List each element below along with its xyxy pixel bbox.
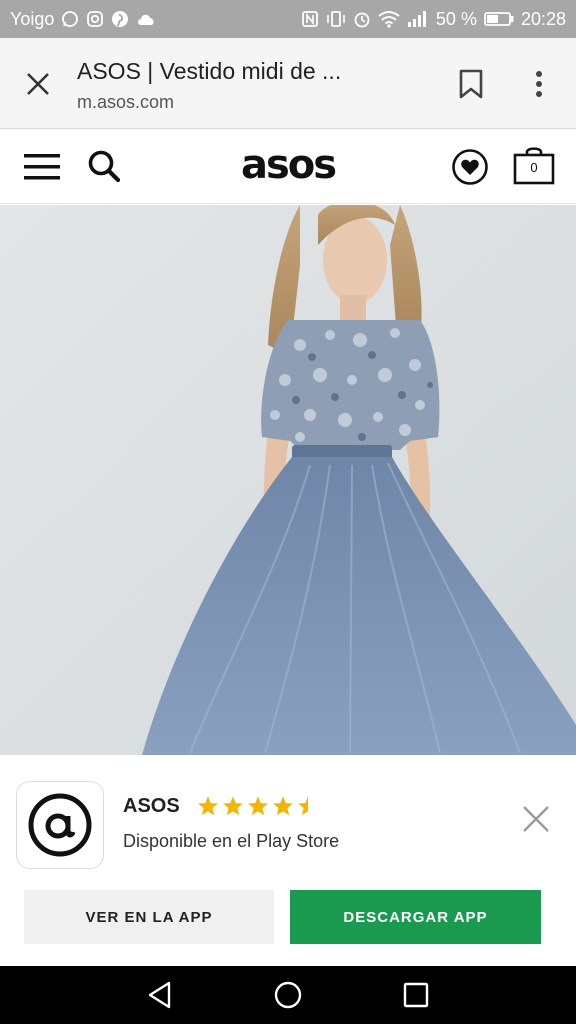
hamburger-icon — [24, 154, 60, 180]
star-icon — [198, 796, 218, 816]
bookmark-icon — [459, 69, 483, 99]
app-name: ASOS — [123, 795, 180, 817]
bag-button[interactable]: 0 — [512, 144, 556, 188]
bookmark-button[interactable] — [452, 64, 490, 104]
open-in-app-button[interactable]: VER EN LA APP — [24, 890, 274, 944]
whatsapp-icon — [61, 10, 79, 28]
star-icon — [248, 796, 268, 816]
search-icon — [88, 150, 121, 183]
app-description: Disponible en el Play Store — [123, 831, 340, 851]
star-icon — [273, 796, 293, 816]
clock: 20:28 — [520, 8, 566, 29]
back-triangle-icon — [148, 981, 171, 1009]
download-app-button[interactable]: DESCARGAR APP — [290, 890, 541, 944]
custom-tab-toolbar: ASOS | Vestido midi de ... m.asos.com — [0, 38, 576, 129]
alarm-icon — [353, 10, 371, 28]
back-button[interactable] — [140, 977, 180, 1013]
system-nav-bar — [0, 966, 576, 1024]
half-star-icon — [298, 796, 308, 816]
asos-app-icon[interactable] — [16, 781, 104, 869]
carrier-label: Yoigo — [10, 8, 55, 29]
battery-percent: 50 % — [435, 8, 477, 29]
overflow-menu-button[interactable] — [520, 64, 558, 104]
cloud-icon — [136, 12, 156, 26]
page-title: ASOS | Vestido midi de ... — [77, 58, 342, 84]
product-photo — [0, 205, 576, 755]
battery-icon — [484, 11, 514, 27]
bag-count: 0 — [530, 160, 538, 175]
status-bar: Yoigo 50 % 20:28 — [0, 0, 576, 38]
page-url[interactable]: m.asos.com — [77, 92, 174, 113]
star-icon — [223, 796, 243, 816]
app-install-banner: ASOS Disponible en el Play Store VER EN … — [0, 755, 576, 966]
vibrate-icon — [326, 10, 346, 28]
close-icon — [27, 73, 49, 95]
rating-stars — [197, 795, 319, 817]
heart-icon — [452, 149, 488, 185]
menu-button[interactable] — [22, 148, 62, 186]
site-header: asos 0 — [0, 130, 576, 204]
close-tab-button[interactable] — [18, 64, 58, 104]
banner-close-button[interactable] — [516, 799, 556, 839]
asos-logo[interactable]: asos — [230, 140, 346, 190]
recents-square-icon — [403, 982, 429, 1008]
close-icon — [523, 806, 549, 832]
more-vert-icon — [536, 71, 542, 97]
wifi-icon — [378, 10, 400, 28]
saved-items-button[interactable] — [450, 147, 490, 187]
home-circle-icon — [274, 981, 302, 1009]
nfc-icon — [301, 10, 319, 28]
product-image[interactable] — [0, 205, 576, 755]
pinterest-icon — [111, 10, 129, 28]
instagram-icon — [86, 10, 104, 28]
search-button[interactable] — [84, 146, 124, 186]
recents-button[interactable] — [396, 977, 436, 1013]
asos-a-icon — [28, 793, 92, 857]
signal-icon — [407, 10, 429, 28]
home-button[interactable] — [268, 977, 308, 1013]
